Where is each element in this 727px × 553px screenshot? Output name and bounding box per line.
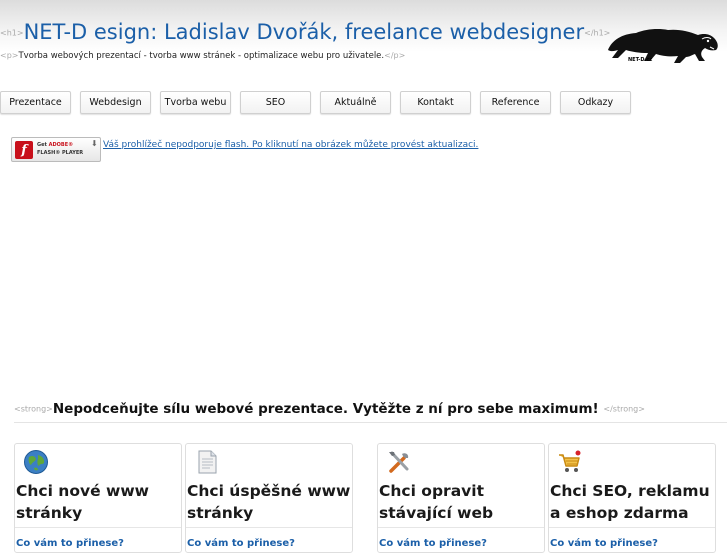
p-close-tag: </p> [384, 51, 406, 60]
card-link[interactable]: Co vám to přinese? [16, 538, 124, 549]
nav-seo[interactable]: SEO [240, 91, 311, 114]
tagline-text: Nepodceňujte sílu webové prezentace. Vyt… [52, 401, 599, 417]
card-link[interactable]: Co vám to přinese? [550, 538, 658, 549]
card-title: Chci úspěšné www stránky [187, 482, 351, 522]
card-successful-website[interactable]: Chci úspěšné www stránky Co vám to přine… [185, 443, 353, 553]
flash-icon: f [15, 141, 33, 159]
flash-badge-line1: Get ADOBE® [37, 142, 73, 148]
card-new-website[interactable]: Chci nové www stránky Co vám to přinese? [14, 443, 182, 553]
flash-badge-adobe: ADOBE® [48, 142, 74, 148]
flash-badge-player: FLASH® PLAYER [37, 150, 84, 156]
flash-unsupported-link[interactable]: Váš prohlížeč nepodporuje flash. Po klik… [103, 140, 478, 150]
flash-badge-get: Get [37, 142, 47, 148]
nav-prezentace[interactable]: Prezentace [0, 91, 71, 114]
card-title: Chci opravit stávající web [379, 482, 494, 522]
h1-open-tag: <h1> [0, 28, 24, 38]
card-link[interactable]: Co vám to přinese? [187, 538, 295, 549]
site-subtitle-text: Tvorba webových prezentací - tvorba www … [18, 51, 385, 61]
card-title: Chci SEO, reklamu a eshop zdarma [550, 482, 710, 522]
card-divider [186, 527, 352, 528]
card-link[interactable]: Co vám to přinese? [379, 538, 487, 549]
card-divider [378, 527, 544, 528]
nav-reference[interactable]: Reference [480, 91, 551, 114]
tagline: <strong>Nepodceňujte sílu webové prezent… [14, 401, 645, 417]
nav-aktualne[interactable]: Aktuálně [320, 91, 391, 114]
card-seo-eshop[interactable]: Chci SEO, reklamu a eshop zdarma Co vám … [548, 443, 716, 553]
logo-caption: NET-D.cz [628, 57, 653, 63]
document-icon [198, 450, 217, 474]
download-arrow-icon: ⬇ [91, 139, 98, 148]
site-title-text: NET-D esign: Ladislav Dvořák, freelance … [23, 20, 585, 44]
section-divider [14, 422, 727, 423]
get-flash-player-button[interactable]: f Get ADOBE® FLASH® PLAYER ⬇ [11, 137, 101, 162]
card-repair-website[interactable]: Chci opravit stávající web Co vám to při… [377, 443, 545, 553]
nav-webdesign[interactable]: Webdesign [80, 91, 151, 114]
panther-logo[interactable] [606, 20, 721, 68]
card-divider [15, 527, 181, 528]
p-open-tag: <p> [0, 51, 19, 60]
strong-open-tag: <strong> [14, 404, 53, 414]
nav-tvorba-webu[interactable]: Tvorba webu [160, 91, 231, 114]
tools-icon [389, 451, 409, 473]
nav-odkazy[interactable]: Odkazy [560, 91, 631, 114]
nav-kontakt[interactable]: Kontakt [400, 91, 471, 114]
globe-icon [24, 450, 48, 474]
card-title: Chci nové www stránky [16, 482, 149, 522]
card-divider [549, 527, 715, 528]
shopping-cart-icon [559, 450, 581, 472]
strong-close-tag: </strong> [603, 404, 645, 414]
site-subtitle: <p>Tvorba webových prezentací - tvorba w… [0, 51, 405, 61]
site-title: <h1>NET-D esign: Ladislav Dvořák, freela… [0, 20, 610, 44]
